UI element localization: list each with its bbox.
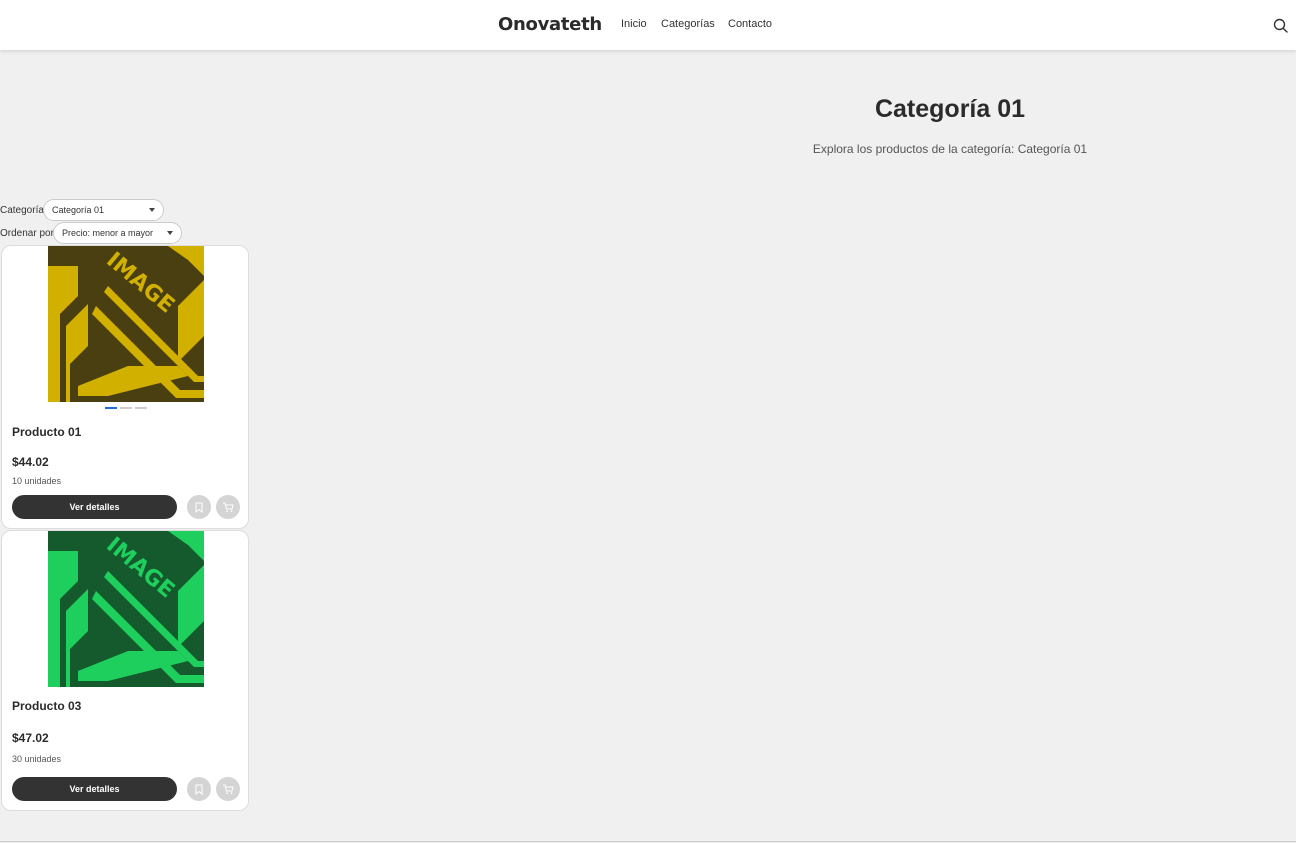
product-card: IMAGE Producto 01 $44.02 10 unidades Ver…: [1, 245, 249, 529]
carousel-dot[interactable]: [120, 407, 132, 409]
product-price: $47.02: [12, 731, 49, 745]
product-stock: 30 unidades: [12, 754, 62, 764]
product-name[interactable]: Producto 03: [12, 699, 81, 713]
chevron-down-icon: [149, 208, 155, 212]
page-title: Categoría 01: [874, 95, 1026, 123]
search-icon[interactable]: [1272, 17, 1290, 35]
add-to-cart-button[interactable]: [216, 495, 240, 519]
order-select-value: Precio: menor a mayor: [62, 228, 154, 238]
add-to-cart-button[interactable]: [216, 777, 240, 801]
category-select[interactable]: Categoría 01: [43, 199, 164, 221]
product-price: $44.02: [12, 455, 49, 469]
cart-icon: [223, 502, 234, 512]
order-filter-label: Ordenar por: [0, 228, 54, 239]
nav-link-contacto[interactable]: Contacto: [728, 18, 772, 30]
bookmark-button[interactable]: [187, 777, 211, 801]
page-subtitle: Explora los productos de la categoría: C…: [812, 142, 1088, 156]
product-stock: 10 unidades: [12, 476, 62, 486]
footer-divider: [0, 841, 1296, 842]
cart-icon: [223, 784, 234, 794]
bookmark-icon: [195, 784, 203, 795]
chevron-down-icon: [167, 231, 173, 235]
view-details-button[interactable]: Ver detalles: [12, 777, 177, 801]
category-filter-label: Categoría: [0, 205, 44, 216]
product-name[interactable]: Producto 01: [12, 425, 81, 439]
product-card: IMAGE Producto 03 $47.02 30 unidades Ver…: [1, 530, 249, 811]
product-image[interactable]: IMAGE: [48, 246, 204, 402]
top-navbar: Onovateth Inicio Categorías Contacto: [0, 0, 1296, 50]
bookmark-icon: [195, 502, 203, 513]
order-select[interactable]: Precio: menor a mayor: [53, 222, 182, 244]
bookmark-button[interactable]: [187, 495, 211, 519]
brand-logo[interactable]: Onovateth: [498, 14, 602, 35]
view-details-button[interactable]: Ver detalles: [12, 495, 177, 519]
product-image[interactable]: IMAGE: [48, 531, 204, 687]
carousel-dot[interactable]: [135, 407, 147, 409]
nav-link-inicio[interactable]: Inicio: [621, 18, 647, 30]
category-select-value: Categoría 01: [52, 205, 105, 215]
carousel-dot[interactable]: [105, 407, 117, 409]
image-carousel-dots: [105, 407, 147, 409]
nav-link-categorias[interactable]: Categorías: [661, 18, 715, 30]
